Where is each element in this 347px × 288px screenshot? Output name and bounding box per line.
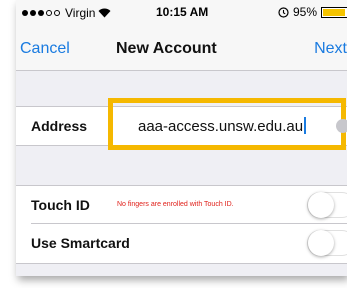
toggle-knob bbox=[308, 192, 334, 218]
screenshot-frame: Virgin 10:15 AM 95% Cancel New Account N… bbox=[0, 0, 347, 288]
signal-dot bbox=[38, 10, 44, 16]
touch-id-label: Touch ID bbox=[31, 197, 90, 213]
signal-dot bbox=[30, 10, 36, 16]
touch-id-row: Touch ID No fingers are enrolled with To… bbox=[16, 186, 347, 224]
carrier-name: Virgin bbox=[65, 6, 96, 20]
battery-fill bbox=[323, 8, 345, 16]
signal-dot-empty bbox=[54, 10, 60, 16]
wifi-icon bbox=[98, 8, 111, 18]
toggle-knob bbox=[308, 230, 334, 256]
phone-screen: Virgin 10:15 AM 95% Cancel New Account N… bbox=[16, 0, 347, 276]
next-button[interactable]: Next bbox=[314, 40, 347, 58]
status-right: 95% bbox=[278, 5, 347, 19]
status-bar: Virgin 10:15 AM 95% bbox=[16, 0, 347, 26]
address-value: aaa-access.unsw.edu.au bbox=[138, 118, 304, 135]
battery-icon bbox=[321, 6, 347, 18]
address-label: Address bbox=[31, 118, 88, 134]
touch-id-toggle[interactable] bbox=[307, 192, 347, 218]
signal-dot-empty bbox=[46, 10, 52, 16]
touch-id-warning: No fingers are enrolled with Touch ID. bbox=[117, 201, 234, 208]
signal-strength-icon bbox=[22, 10, 60, 16]
settings-section: Touch ID No fingers are enrolled with To… bbox=[16, 185, 347, 264]
smartcard-row: Use Smartcard bbox=[16, 224, 347, 262]
clear-text-icon[interactable] bbox=[336, 119, 347, 133]
page-title: New Account bbox=[116, 40, 217, 57]
address-field[interactable]: aaa-access.unsw.edu.au bbox=[138, 117, 307, 135]
status-left: Virgin bbox=[22, 6, 111, 20]
smartcard-toggle[interactable] bbox=[307, 230, 347, 256]
text-cursor bbox=[304, 117, 307, 134]
cancel-button[interactable]: Cancel bbox=[20, 40, 70, 58]
battery-percent: 95% bbox=[292, 5, 317, 19]
status-time: 10:15 AM bbox=[156, 5, 209, 19]
alarm-icon bbox=[278, 6, 289, 18]
signal-dot bbox=[22, 10, 28, 16]
navigation-bar: Cancel New Account Next bbox=[16, 26, 347, 71]
smartcard-label: Use Smartcard bbox=[31, 235, 130, 251]
address-section: Address aaa-access.unsw.edu.au bbox=[16, 98, 347, 150]
